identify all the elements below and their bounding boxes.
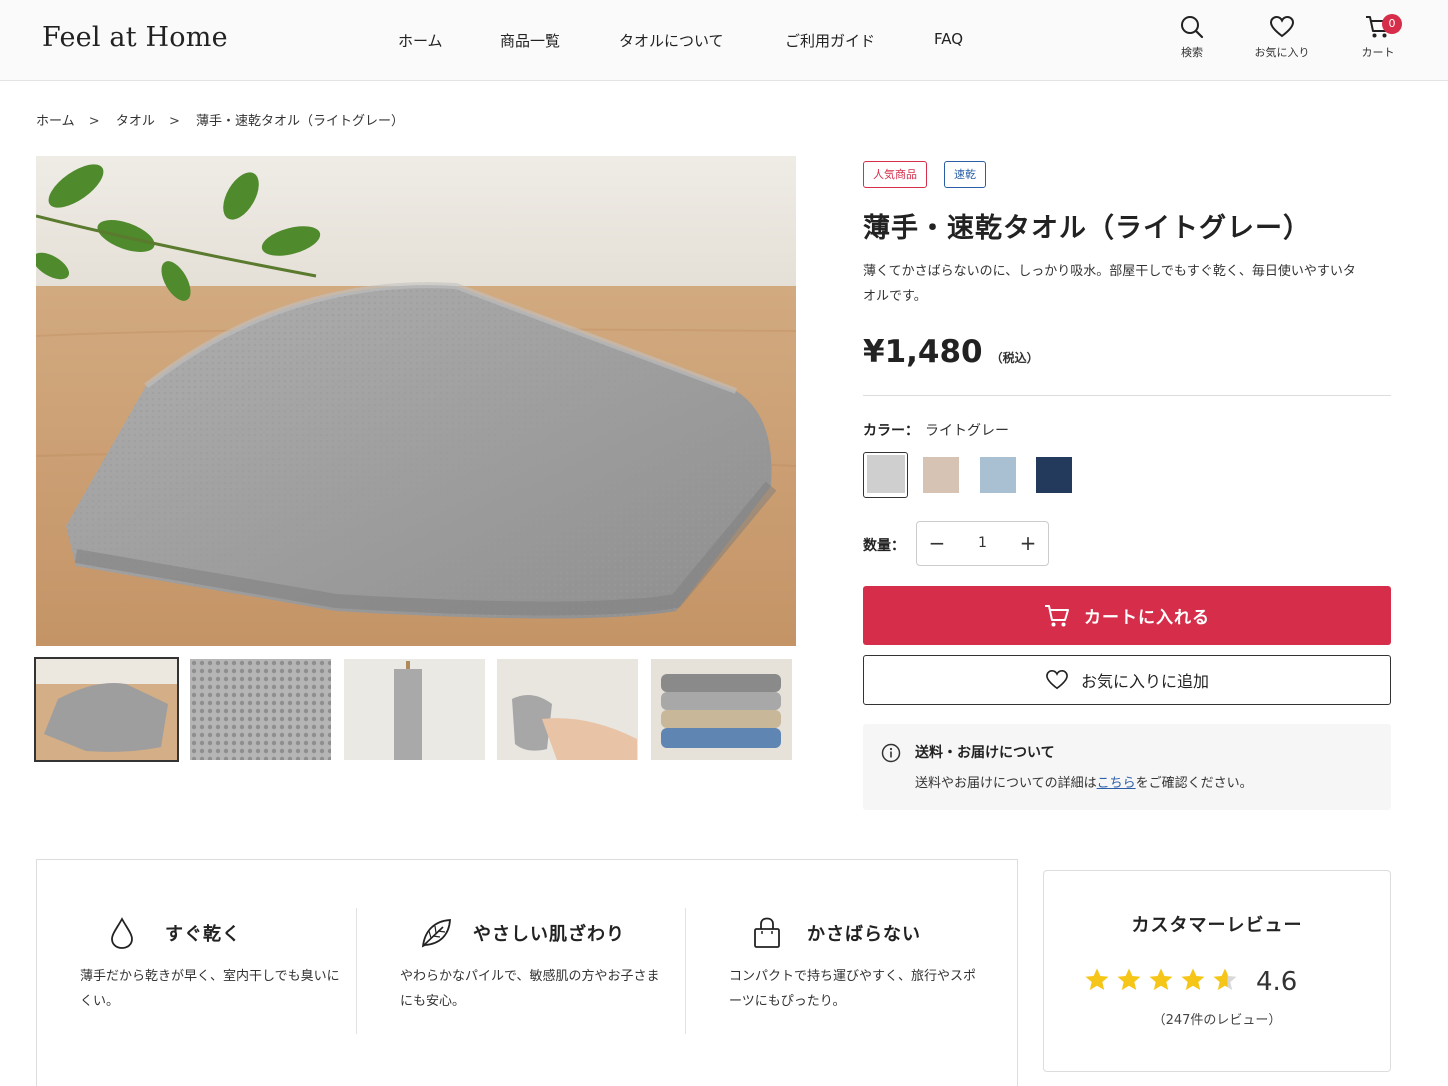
swatch-light-gray[interactable]: [867, 455, 905, 493]
quick-dry-badge: 速乾: [944, 161, 986, 188]
cart-icon: [1045, 604, 1069, 626]
product-description: 薄くてかさばらないのに、しっかり吸水。部屋干しでもすぐ乾く、毎日使いやすいタオル…: [863, 264, 1356, 304]
favorites-button[interactable]: お気に入り: [1247, 14, 1317, 60]
info-icon: [881, 743, 901, 763]
quantity-label: 数量：: [863, 538, 905, 554]
features-panel: すぐ乾く 薄手だから乾きが早く、室内干しでも臭いにくい。 やさしい肌ざわり やわ…: [36, 859, 1018, 1086]
breadcrumb-separator: >: [88, 114, 100, 129]
star-icon: [1149, 968, 1173, 990]
add-to-favorites-label: お気に入りに追加: [1080, 672, 1209, 691]
shipping-info-box: 送料・お届けについて 送料やお届けについての詳細はこちらをご確認ください。: [863, 724, 1391, 810]
feature-text: コンパクトで持ち運びやすく、旅行やスポーツにもぴったり。: [729, 969, 977, 1009]
product-price: ¥1,480 （税込）: [863, 334, 1039, 370]
feature-text: 薄手だから乾きが早く、室内干しでも臭いにくい。: [80, 969, 340, 1009]
search-button[interactable]: 検索: [1157, 14, 1227, 60]
color-label: カラー：: [863, 423, 919, 439]
add-to-favorites-button[interactable]: お気に入りに追加: [863, 655, 1391, 705]
quantity-stepper: − 1 +: [916, 521, 1049, 566]
breadcrumb-towels[interactable]: タオル: [116, 114, 155, 129]
reviews-title: カスタマーレビュー: [1131, 915, 1303, 936]
rating-score: 4.6: [1256, 967, 1298, 997]
nav-products[interactable]: 商品一覧: [500, 30, 560, 51]
price-value: ¥1,480: [863, 334, 983, 370]
star-icon: [1085, 968, 1109, 990]
heart-icon: [1269, 15, 1295, 38]
product-main-image: [36, 156, 796, 646]
quantity-value[interactable]: 1: [957, 522, 1008, 565]
feature-text: やわらかなパイルで、敏感肌の方やお子さまにも安心。: [400, 969, 660, 1009]
nav-guide[interactable]: ご利用ガイド: [785, 30, 875, 51]
product-title: 薄手・速乾タオル（ライトグレー）: [863, 213, 1311, 244]
cart-count-badge: 0: [1382, 14, 1402, 34]
site-logo[interactable]: Feel at Home: [42, 22, 228, 53]
search-label: 検索: [1181, 46, 1203, 59]
review-count[interactable]: （247件のレビュー）: [1044, 1009, 1390, 1028]
nav-home[interactable]: ホーム: [398, 30, 443, 51]
color-value: ライトグレー: [925, 423, 1009, 439]
nav-faq[interactable]: FAQ: [934, 30, 963, 48]
nav-about-towels[interactable]: タオルについて: [619, 30, 724, 51]
tax-note: （税込）: [990, 351, 1039, 365]
breadcrumb-home[interactable]: ホーム: [36, 114, 75, 129]
add-to-cart-label: カートに入れる: [1084, 608, 1210, 628]
cart-label: カート: [1361, 46, 1395, 59]
thumbnail-3[interactable]: [344, 659, 485, 760]
feature-divider: [356, 908, 357, 1034]
leaf-icon: [421, 919, 451, 948]
star-icon: [1213, 968, 1237, 990]
water-drop-icon: [111, 917, 133, 949]
add-to-cart-button[interactable]: カートに入れる: [863, 586, 1391, 645]
thumbnail-5[interactable]: [651, 659, 792, 760]
star-icon: [1117, 968, 1141, 990]
shipping-text-before: 送料やお届けについての詳細は: [915, 776, 1097, 791]
cart-button[interactable]: 0 カート: [1343, 14, 1413, 60]
feature-title: やさしい肌ざわり: [473, 924, 625, 945]
popular-badge: 人気商品: [863, 161, 927, 188]
divider: [863, 395, 1391, 396]
feature-divider: [685, 908, 686, 1034]
thumbnail-4[interactable]: [497, 659, 638, 760]
color-selector-label: カラー： ライトグレー: [863, 420, 1009, 440]
swatch-beige[interactable]: [923, 457, 959, 493]
quantity-increase-button[interactable]: +: [1008, 522, 1048, 565]
bag-icon: [754, 917, 780, 948]
shipping-details-link[interactable]: こちら: [1097, 776, 1136, 791]
customer-reviews-panel: カスタマーレビュー 4.6 （247件のレビュー）: [1043, 870, 1391, 1072]
thumbnail-1[interactable]: [34, 657, 179, 762]
favorites-label: お気に入り: [1254, 46, 1310, 59]
breadcrumb: ホーム > タオル > 薄手・速乾タオル（ライトグレー）: [36, 110, 414, 129]
search-icon: [1181, 16, 1204, 39]
shipping-text-after: をご確認ください。: [1135, 776, 1253, 791]
heart-icon: [1046, 670, 1068, 690]
site-header: Feel at Home ホーム 商品一覧 タオルについて ご利用ガイド FAQ…: [0, 0, 1448, 81]
swatch-navy[interactable]: [1036, 457, 1072, 493]
feature-title: すぐ乾く: [165, 924, 241, 945]
shipping-title: 送料・お届けについて: [915, 745, 1055, 761]
breadcrumb-separator: >: [168, 114, 180, 129]
star-icon: [1181, 968, 1205, 990]
breadcrumb-current: 薄手・速乾タオル（ライトグレー）: [196, 114, 405, 129]
swatch-light-blue[interactable]: [980, 457, 1016, 493]
quantity-decrease-button[interactable]: −: [917, 522, 957, 565]
thumbnail-2[interactable]: [190, 659, 331, 760]
feature-title: かさばらない: [807, 924, 921, 945]
shipping-text: 送料やお届けについての詳細はこちらをご確認ください。: [915, 772, 1253, 791]
